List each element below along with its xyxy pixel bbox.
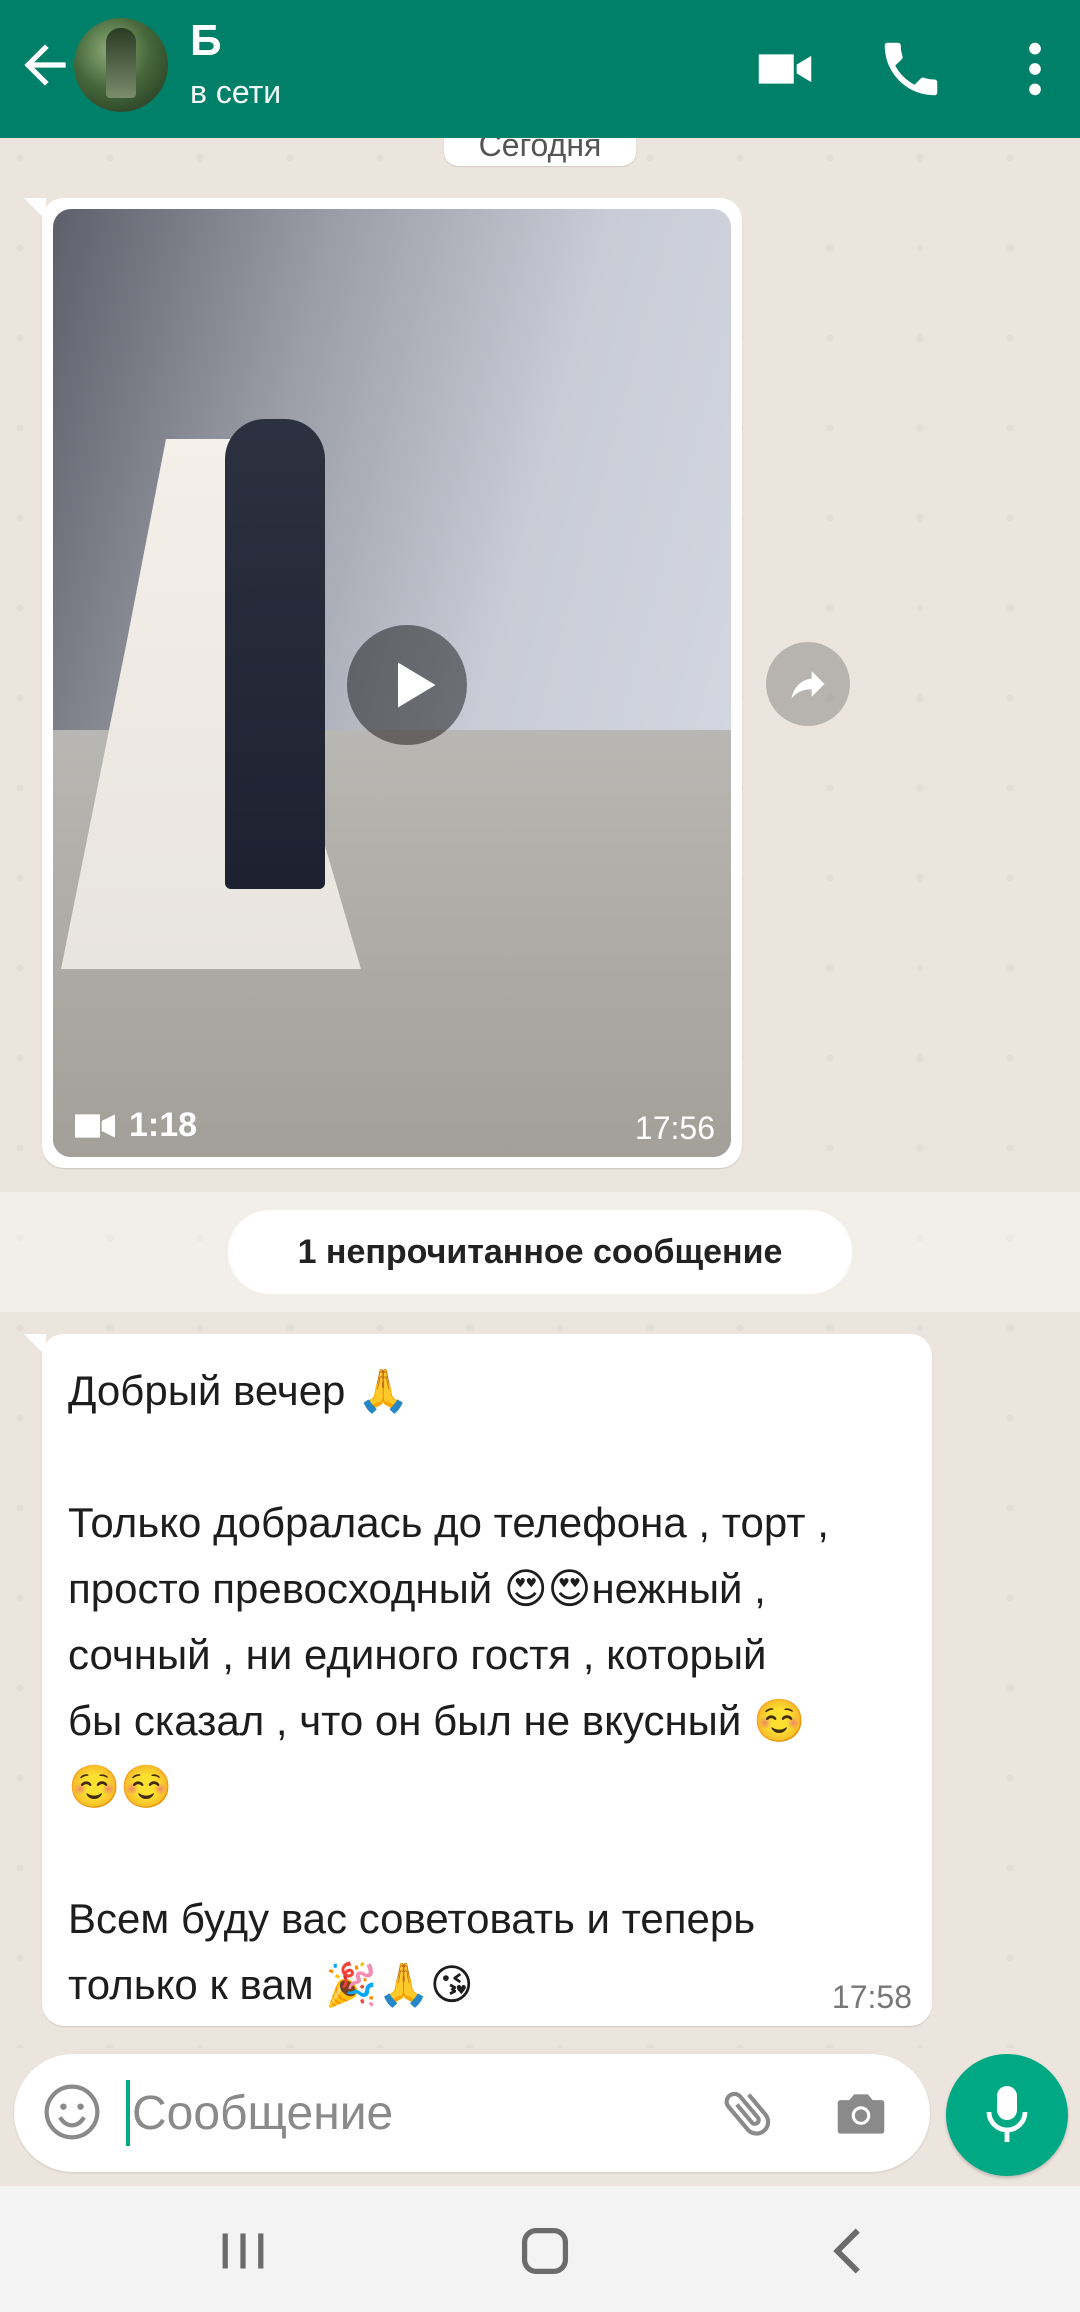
contact-status: в сети xyxy=(190,74,282,110)
message-composer xyxy=(14,2054,930,2172)
video-message[interactable]: 1:18 17:56 xyxy=(24,198,742,1168)
message-input[interactable] xyxy=(132,2074,692,2152)
message-time: 17:58 xyxy=(831,1979,912,2015)
emoji-icon[interactable] xyxy=(40,2080,104,2144)
recent-apps-icon[interactable] xyxy=(208,2216,278,2286)
avatar[interactable] xyxy=(74,18,168,112)
play-icon xyxy=(398,662,436,708)
message-time: 17:56 xyxy=(634,1110,715,1146)
video-call-icon[interactable] xyxy=(750,34,820,104)
unread-divider: 1 непрочитанное сообщение xyxy=(0,1192,1080,1312)
unread-banner: 1 непрочитанное сообщение xyxy=(228,1210,852,1294)
chat-area[interactable]: Сегодня 1:18 17:56 1 непрочитанное сообщ… xyxy=(0,138,1080,2048)
message-text: Добрый вечер 🙏 Только добралась до телеф… xyxy=(68,1367,829,2008)
phone-icon[interactable] xyxy=(876,34,946,104)
forward-icon xyxy=(791,671,825,699)
system-nav-bar xyxy=(0,2186,1080,2312)
forward-button[interactable] xyxy=(766,642,850,726)
back-arrow-icon[interactable] xyxy=(14,34,76,96)
date-chip: Сегодня xyxy=(444,138,636,166)
text-caret xyxy=(126,2080,130,2146)
video-duration: 1:18 xyxy=(75,1106,197,1145)
back-icon[interactable] xyxy=(814,2216,884,2286)
mic-icon xyxy=(986,2086,1028,2142)
more-vert-icon[interactable] xyxy=(1000,34,1070,104)
voice-message-button[interactable] xyxy=(946,2054,1068,2176)
text-message[interactable]: Добрый вечер 🙏 Только добралась до телеф… xyxy=(24,1334,932,2026)
contact-name[interactable]: Б xyxy=(190,16,222,66)
paperclip-icon[interactable] xyxy=(718,2082,780,2144)
play-button[interactable] xyxy=(347,625,467,745)
camera-icon[interactable] xyxy=(830,2082,892,2144)
home-icon[interactable] xyxy=(510,2216,580,2286)
video-duration-text: 1:18 xyxy=(129,1106,198,1144)
video-thumbnail[interactable]: 1:18 17:56 xyxy=(53,209,731,1157)
chat-header: Б в сети xyxy=(0,0,1080,138)
videocam-icon xyxy=(75,1113,115,1138)
